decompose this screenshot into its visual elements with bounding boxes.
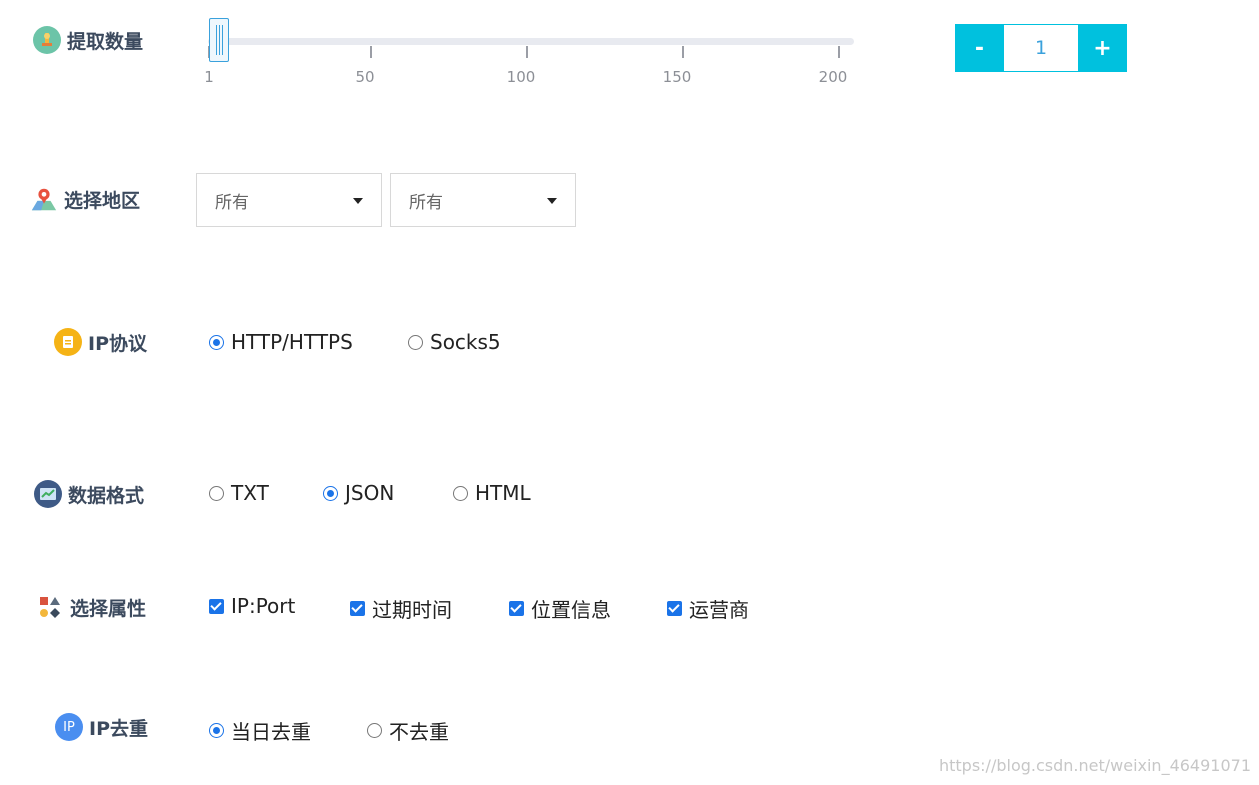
slider-tick [526,46,528,58]
format-option-html[interactable]: HTML [453,481,531,505]
checkbox-checked[interactable] [667,601,682,616]
quantity-stepper[interactable]: - + [955,24,1127,72]
map-pin-icon [30,185,58,213]
protocol-option-socks5[interactable]: Socks5 [408,330,501,354]
radio-unchecked[interactable] [453,485,468,501]
format-option-json[interactable]: JSON [323,481,394,505]
caret-down-icon [547,198,557,204]
attributes-label: 选择属性 [36,593,146,621]
data-chart-icon [34,480,62,508]
format-label-text: 数据格式 [68,484,145,507]
attribute-option-expiry[interactable]: 过期时间 [350,594,452,623]
region-label-text: 选择地区 [64,189,141,212]
caret-down-icon [353,198,363,204]
quantity-label: 提取数量 [33,26,143,54]
decrement-button[interactable]: - [955,24,1004,72]
slider-tick-label: 200 [818,68,848,86]
city-select-value: 所有 [409,192,443,213]
increment-button[interactable]: + [1078,24,1127,72]
radio-checked[interactable] [209,334,224,350]
checkbox-checked[interactable] [509,601,524,616]
format-option-label: HTML [475,481,531,505]
format-option-txt[interactable]: TXT [209,481,269,505]
quantity-slider[interactable]: 1 50 100 150 200 [204,18,856,90]
slider-handle[interactable] [209,18,229,62]
format-option-label: JSON [345,481,395,505]
protocol-option-http[interactable]: HTTP/HTTPS [209,330,353,354]
radio-checked[interactable] [209,723,224,738]
dedupe-option-none[interactable]: 不去重 [367,716,449,745]
slider-tick-label: 50 [355,68,375,86]
attribute-option-ip-port[interactable]: IP:Port [209,594,295,618]
attribute-option-label: 过期时间 [372,598,452,622]
slider-track[interactable] [208,38,854,45]
attribute-option-location[interactable]: 位置信息 [509,594,611,623]
attribute-option-carrier[interactable]: 运营商 [667,594,749,623]
dedupe-label-text: IP去重 [89,717,148,740]
quantity-input[interactable] [1004,24,1078,72]
checkbox-checked[interactable] [350,601,365,616]
watermark: https://blog.csdn.net/weixin_46491071 [938,756,1251,775]
attribute-option-label: 位置信息 [531,598,611,622]
slider-tick [370,46,372,58]
slider-tick [682,46,684,58]
protocol-label-text: IP协议 [88,332,147,355]
dedupe-option-label: 当日去重 [231,720,311,744]
attribute-option-label: 运营商 [689,598,749,622]
attribute-option-label: IP:Port [231,594,296,618]
radio-unchecked[interactable] [367,723,382,738]
province-select-value: 所有 [215,192,249,213]
format-label: 数据格式 [34,480,144,508]
radio-unchecked[interactable] [408,334,423,350]
document-icon [54,328,82,356]
trophy-icon [33,26,61,54]
protocol-option-label: Socks5 [430,330,501,354]
region-label: 选择地区 [30,185,140,213]
radio-unchecked[interactable] [209,485,224,501]
ip-badge-icon: IP [55,713,83,741]
city-select[interactable]: 所有 [390,173,576,227]
dedupe-label: IP IP去重 [55,713,148,741]
protocol-option-label: HTTP/HTTPS [231,330,353,354]
slider-tick-label: 100 [506,68,536,86]
slider-tick [838,46,840,58]
province-select[interactable]: 所有 [196,173,382,227]
attributes-label-text: 选择属性 [70,597,147,620]
format-option-label: TXT [231,481,269,505]
shapes-icon [36,593,64,621]
dedupe-option-label: 不去重 [389,720,449,744]
slider-tick-label: 1 [204,68,214,86]
quantity-label-text: 提取数量 [67,30,144,53]
protocol-label: IP协议 [54,328,147,356]
radio-checked[interactable] [323,485,338,501]
checkbox-checked[interactable] [209,598,224,614]
dedupe-option-daily[interactable]: 当日去重 [209,716,311,745]
slider-tick-label: 150 [662,68,692,86]
